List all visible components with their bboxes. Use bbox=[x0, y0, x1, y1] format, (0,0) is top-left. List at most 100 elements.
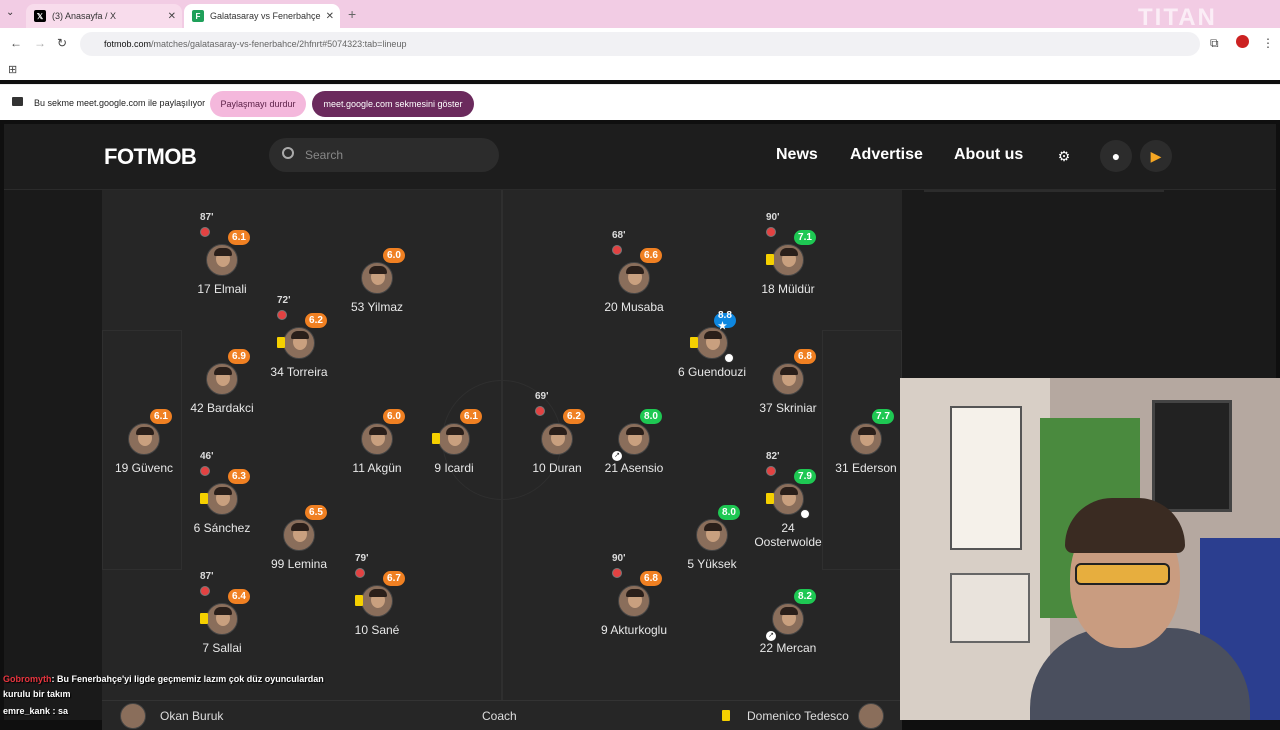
apps-icon[interactable]: ⊞ bbox=[8, 63, 17, 76]
nav-about-us[interactable]: About us bbox=[954, 146, 1023, 164]
player-rating: 6.8 bbox=[640, 571, 662, 586]
tab-fotmob[interactable]: F Galatasaray vs Fenerbahçe ✕ bbox=[184, 4, 340, 28]
webcam-overlay bbox=[900, 378, 1280, 720]
player-photo bbox=[206, 483, 238, 515]
substitution-icon bbox=[612, 568, 622, 578]
profile-avatar[interactable] bbox=[1236, 35, 1249, 48]
chat-message: emre_kank : sa bbox=[3, 706, 68, 716]
player-photo bbox=[206, 244, 238, 276]
away-coach-avatar bbox=[858, 703, 884, 729]
tab-fotmob-title: Galatasaray vs Fenerbahçe bbox=[210, 11, 321, 21]
new-tab-icon[interactable]: + bbox=[348, 6, 356, 22]
browser-tabbar: 𝕏 (3) Anasayfa / X ✕ F Galatasaray vs Fe… bbox=[0, 0, 1280, 28]
player-rating: 6.6 bbox=[640, 248, 662, 263]
player-photo bbox=[772, 603, 804, 635]
player-name: 10 Sané bbox=[354, 623, 400, 637]
search-icon bbox=[282, 147, 294, 159]
yellow-card-icon bbox=[722, 710, 730, 721]
lineup-pitch: 6.1 87' 17 Elmali 6.0 53 Yilmaz 6.2 72' 34 Torr… bbox=[102, 190, 902, 720]
assist-boot-icon: ↗ bbox=[612, 451, 622, 461]
player-photo bbox=[438, 423, 470, 455]
player-name: 17 Elmali bbox=[197, 282, 247, 296]
menu-icon[interactable]: ⋮ bbox=[1262, 36, 1274, 50]
sharing-text: Bu sekme meet.google.com ile paylaşılıyo… bbox=[34, 98, 206, 108]
chat-message: kurulu bir takım bbox=[3, 689, 71, 699]
yellow-card-icon bbox=[432, 433, 440, 444]
player-hair bbox=[136, 427, 154, 435]
player-hair bbox=[214, 367, 232, 375]
player-photo bbox=[206, 363, 238, 395]
player-photo bbox=[206, 603, 238, 635]
reload-icon[interactable]: ↻ bbox=[57, 36, 67, 50]
player-rating: 8.0 bbox=[718, 505, 740, 520]
player-rating: 7.7 bbox=[872, 409, 894, 424]
player-hair bbox=[369, 589, 387, 597]
player-name: 6 Sánchez bbox=[193, 521, 251, 535]
tab-search-icon[interactable]: ⌄ bbox=[6, 7, 14, 18]
sidebar-divider bbox=[924, 190, 1164, 192]
close-icon[interactable]: ✕ bbox=[326, 11, 334, 22]
yellow-card-icon bbox=[277, 337, 285, 348]
substitution-icon bbox=[200, 227, 210, 237]
player-photo bbox=[361, 262, 393, 294]
player-name: 9 Akturkoglu bbox=[600, 623, 668, 637]
player-photo bbox=[772, 483, 804, 515]
substitution-icon bbox=[277, 310, 287, 320]
player-hair bbox=[780, 487, 798, 495]
player-photo bbox=[772, 244, 804, 276]
url-host: fotmob.com bbox=[104, 39, 152, 49]
player-hair bbox=[291, 523, 309, 531]
tab-x[interactable]: 𝕏 (3) Anasayfa / X ✕ bbox=[26, 4, 182, 28]
player-photo bbox=[283, 519, 315, 551]
away-coach-name[interactable]: Domenico Tedesco bbox=[747, 709, 849, 723]
url-path: /matches/galatasaray-vs-fenerbahce/2hfnr… bbox=[151, 39, 407, 49]
apple-icon[interactable]: ● bbox=[1100, 140, 1132, 172]
forward-icon[interactable]: → bbox=[34, 36, 46, 50]
show-meet-tab-button[interactable]: meet.google.com sekmesini göster bbox=[312, 91, 474, 117]
player-rating: 6.0 bbox=[383, 409, 405, 424]
player-rating: 6.2 bbox=[305, 313, 327, 328]
player-name-line2: Oosterwolde bbox=[754, 535, 822, 549]
goal-ball-icon bbox=[800, 509, 810, 519]
player-rating: 8.2 bbox=[794, 589, 816, 604]
player-hair bbox=[549, 427, 567, 435]
extensions-icon[interactable]: ⧉ bbox=[1210, 36, 1219, 51]
gear-icon[interactable]: ⚙ bbox=[1048, 140, 1080, 172]
player-name: 7 Sallai bbox=[202, 641, 242, 655]
sub-time: 79' bbox=[355, 553, 369, 564]
player-hair bbox=[626, 589, 644, 597]
nav-advertise[interactable]: Advertise bbox=[850, 146, 923, 164]
stop-sharing-button[interactable]: Paylaşmayı durdur bbox=[210, 91, 306, 117]
google-play-icon[interactable]: ▶ bbox=[1140, 140, 1172, 172]
sub-time: 69' bbox=[535, 391, 549, 402]
player-rating: 8.8 ★ bbox=[714, 310, 736, 332]
nav-news[interactable]: News bbox=[776, 146, 818, 164]
player-photo bbox=[361, 585, 393, 617]
fotmob-logo[interactable]: FOTMOB bbox=[104, 144, 197, 170]
player-hair bbox=[446, 427, 464, 435]
sub-time: 90' bbox=[766, 212, 780, 223]
search-input[interactable]: Search bbox=[269, 138, 499, 172]
player-name: 37 Skriniar bbox=[759, 401, 817, 415]
player-photo bbox=[618, 423, 650, 455]
substitution-icon bbox=[766, 227, 776, 237]
sub-time: 87' bbox=[200, 212, 214, 223]
back-icon[interactable]: ← bbox=[10, 36, 22, 50]
player-name: 5 Yüksek bbox=[687, 557, 737, 571]
chat-nick: emre_kank bbox=[3, 706, 51, 716]
player-photo bbox=[618, 262, 650, 294]
site-header: FOTMOB Search News Advertise About us ⚙ … bbox=[4, 124, 1276, 190]
player-name: 20 Musaba bbox=[604, 300, 664, 314]
player-name: 53 Yilmaz bbox=[350, 300, 404, 314]
close-icon[interactable]: ✕ bbox=[168, 11, 176, 22]
home-coach-name[interactable]: Okan Buruk bbox=[160, 709, 223, 723]
player-name: 22 Mercan bbox=[759, 641, 817, 655]
tab-sharing-bar: Bu sekme meet.google.com ile paylaşılıyo… bbox=[0, 84, 1280, 120]
player-rating: 6.1 bbox=[228, 230, 250, 245]
player-rating: 6.1 bbox=[150, 409, 172, 424]
sub-time: 72' bbox=[277, 295, 291, 306]
search-placeholder: Search bbox=[305, 148, 344, 162]
url-field[interactable]: fotmob.com/matches/galatasaray-vs-fenerb… bbox=[80, 32, 1200, 56]
player-hair bbox=[214, 248, 232, 256]
screen-share-icon bbox=[12, 97, 23, 106]
